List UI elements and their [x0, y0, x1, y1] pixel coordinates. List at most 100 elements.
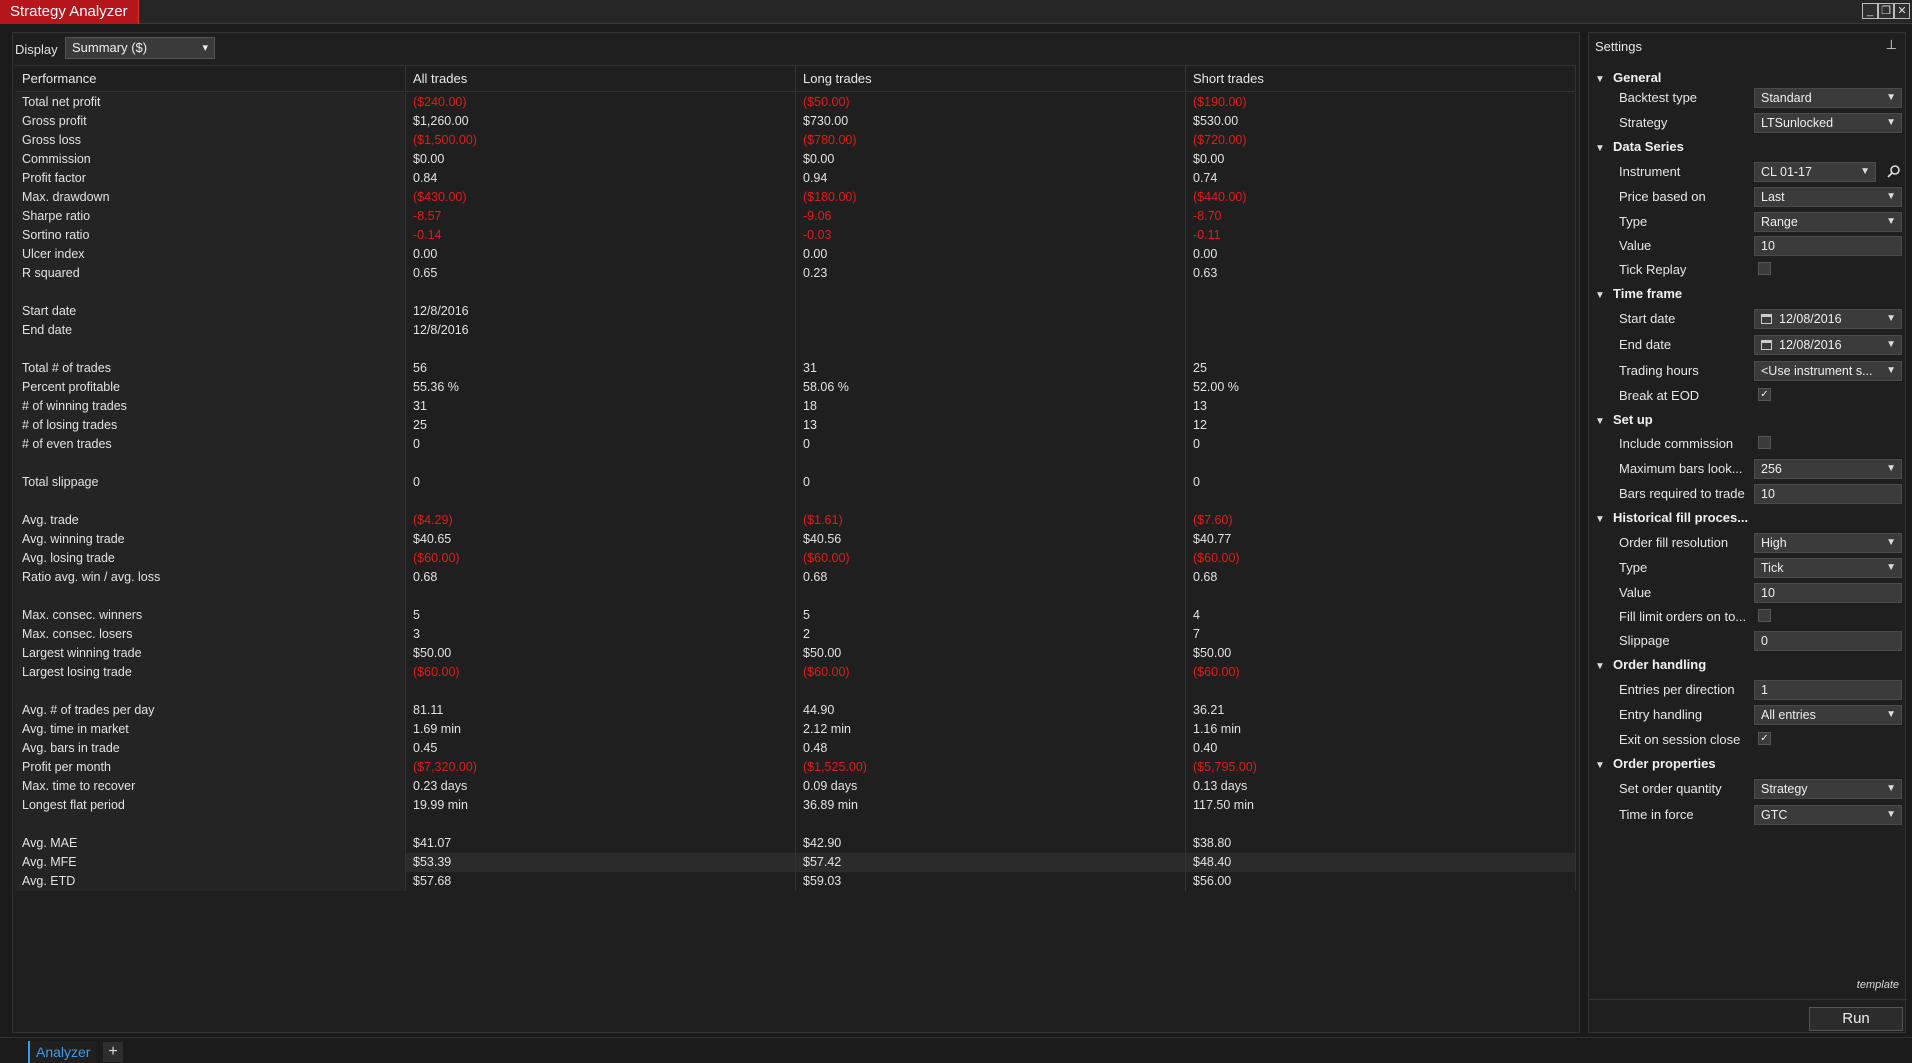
minimize-button[interactable]: _ [1862, 3, 1878, 19]
metric-label: Profit per month [22, 760, 111, 774]
price-based-on-select[interactable]: Last ▼ [1754, 187, 1902, 207]
metric-value: $50.00 [803, 646, 842, 660]
end-date-picker[interactable]: 12/08/2016 ▼ [1754, 335, 1902, 355]
fill-type-select[interactable]: Tick ▼ [1754, 558, 1902, 578]
set-order-quantity-value: Strategy [1761, 782, 1808, 796]
collapse-triangle-icon: ▼ [1595, 74, 1605, 85]
strategy-select[interactable]: LTSunlocked ▼ [1754, 113, 1902, 133]
chevron-down-icon: ▼ [1886, 191, 1896, 202]
fill-value-input[interactable]: 10 [1754, 583, 1902, 603]
metric-value [796, 321, 1185, 340]
collapse-triangle-icon: ▼ [1595, 290, 1605, 301]
section-label: Set up [1613, 412, 1653, 427]
fill-limit-orders-checkbox[interactable] [1758, 609, 1771, 622]
instrument-select[interactable]: CL 01-17 ▼ [1754, 162, 1876, 182]
trading-hours-select[interactable]: <Use instrument s... ▼ [1754, 361, 1902, 381]
backtest-type-select[interactable]: Standard ▼ [1754, 88, 1902, 108]
metric-value: ($7,320.00) [413, 760, 477, 774]
metric-value: 55.36 % [413, 380, 459, 394]
chevron-down-icon: ▼ [1886, 537, 1896, 548]
metric-label: Max. consec. losers [22, 627, 133, 641]
chevron-down-icon: ▼ [1886, 92, 1896, 103]
metric-label: Avg. bars in trade [22, 741, 120, 755]
restore-button[interactable]: ❐ [1878, 3, 1894, 19]
metric-value: ($1,500.00) [413, 133, 477, 147]
metric-value: 12/8/2016 [413, 323, 469, 337]
tab-analyzer[interactable]: Analyzer [28, 1041, 97, 1063]
metric-value: 0.68 [803, 570, 828, 584]
metric-value: 81.11 [413, 703, 444, 717]
metric-value [1186, 340, 1575, 359]
exit-on-session-close-label: Exit on session close [1619, 732, 1741, 747]
time-in-force-select[interactable]: GTC ▼ [1754, 805, 1902, 825]
metric-value: 52.00 % [1193, 380, 1239, 394]
add-tab-button[interactable]: + [103, 1042, 123, 1062]
instrument-value: CL 01-17 [1761, 165, 1812, 179]
metric-value: 0.00 [413, 247, 438, 261]
metric-value: $59.03 [803, 874, 842, 888]
section-data-series[interactable]: ▼ Data Series [1595, 139, 1684, 154]
section-general[interactable]: ▼ General [1595, 70, 1661, 85]
metric-label: Total net profit [22, 95, 101, 109]
metric-value [406, 283, 795, 302]
run-button[interactable]: Run [1809, 1007, 1903, 1031]
break-at-eod-checkbox[interactable]: ✓ [1758, 388, 1771, 401]
metric-label: Max. consec. winners [22, 608, 143, 622]
type-select[interactable]: Range ▼ [1754, 212, 1902, 232]
set-order-quantity-select[interactable]: Strategy ▼ [1754, 779, 1902, 799]
chevron-down-icon: ▼ [1886, 709, 1896, 720]
max-bars-lookback-select[interactable]: 256 ▼ [1754, 459, 1902, 479]
metric-value: 0.23 days [413, 779, 468, 793]
section-order-properties[interactable]: ▼ Order properties [1595, 756, 1716, 771]
order-fill-resolution-select[interactable]: High ▼ [1754, 533, 1902, 553]
slippage-input[interactable]: 0 [1754, 631, 1902, 651]
metric-value: ($4.29) [413, 513, 453, 527]
metric-value: 4 [1193, 608, 1200, 622]
exit-on-session-close-checkbox[interactable]: ✓ [1758, 732, 1771, 745]
metric-label: Ratio avg. win / avg. loss [22, 570, 161, 584]
metric-value [796, 454, 1185, 473]
column-header-all-trades[interactable]: All trades [406, 66, 796, 92]
instrument-label: Instrument [1619, 164, 1681, 179]
trading-hours-value: <Use instrument s... [1761, 364, 1873, 378]
metric-value: $56.00 [1193, 874, 1232, 888]
order-fill-resolution-label: Order fill resolution [1619, 535, 1729, 550]
value-input[interactable]: 10 [1754, 236, 1902, 256]
section-set-up[interactable]: ▼ Set up [1595, 412, 1653, 427]
entries-per-direction-input[interactable]: 1 [1754, 680, 1902, 700]
column-short-trades: ($190.00) $530.00 ($720.00) $0.00 0.74 ($440.… [1186, 93, 1576, 891]
entry-handling-select[interactable]: All entries ▼ [1754, 705, 1902, 725]
metric-value: 0.23 [803, 266, 828, 280]
display-select[interactable]: Summary ($) ▾ [65, 37, 215, 59]
section-order-handling[interactable]: ▼ Order handling [1595, 657, 1706, 672]
include-commission-checkbox[interactable] [1758, 436, 1771, 449]
start-date-picker[interactable]: 12/08/2016 ▼ [1754, 309, 1902, 329]
tick-replay-checkbox[interactable] [1758, 262, 1771, 275]
metric-value: 18 [803, 399, 817, 413]
search-icon[interactable] [1887, 164, 1901, 178]
include-commission-label: Include commission [1619, 436, 1734, 451]
close-button[interactable]: ✕ [1894, 3, 1910, 19]
fill-limit-orders-label: Fill limit orders on to... [1619, 609, 1747, 624]
metric-value: 56 [413, 361, 427, 375]
column-header-short-trades[interactable]: Short trades [1186, 66, 1576, 92]
metric-value: ($50.00) [803, 95, 850, 109]
template-link[interactable]: template [1857, 979, 1899, 991]
bars-required-input[interactable]: 10 [1754, 484, 1902, 504]
chevron-down-icon: ▾ [202, 42, 208, 54]
metric-value: 7 [1193, 627, 1200, 641]
metric-value: 5 [413, 608, 420, 622]
section-historical-fill[interactable]: ▼ Historical fill proces... [1595, 510, 1748, 525]
section-time-frame[interactable]: ▼ Time frame [1595, 286, 1682, 301]
column-header-performance[interactable]: Performance [15, 66, 406, 92]
metric-label: Avg. ETD [22, 874, 76, 888]
start-date-value: 12/08/2016 [1779, 312, 1842, 326]
column-header-long-trades[interactable]: Long trades [796, 66, 1186, 92]
pin-icon[interactable]: ⊥ [1886, 37, 1897, 53]
price-based-on-label: Price based on [1619, 189, 1706, 204]
performance-panel: Display Summary ($) ▾ Performance All tr… [12, 32, 1580, 1033]
metric-value [1186, 283, 1575, 302]
metric-value: ($60.00) [1193, 551, 1240, 565]
metric-value [796, 283, 1185, 302]
metric-label: Largest winning trade [22, 646, 142, 660]
